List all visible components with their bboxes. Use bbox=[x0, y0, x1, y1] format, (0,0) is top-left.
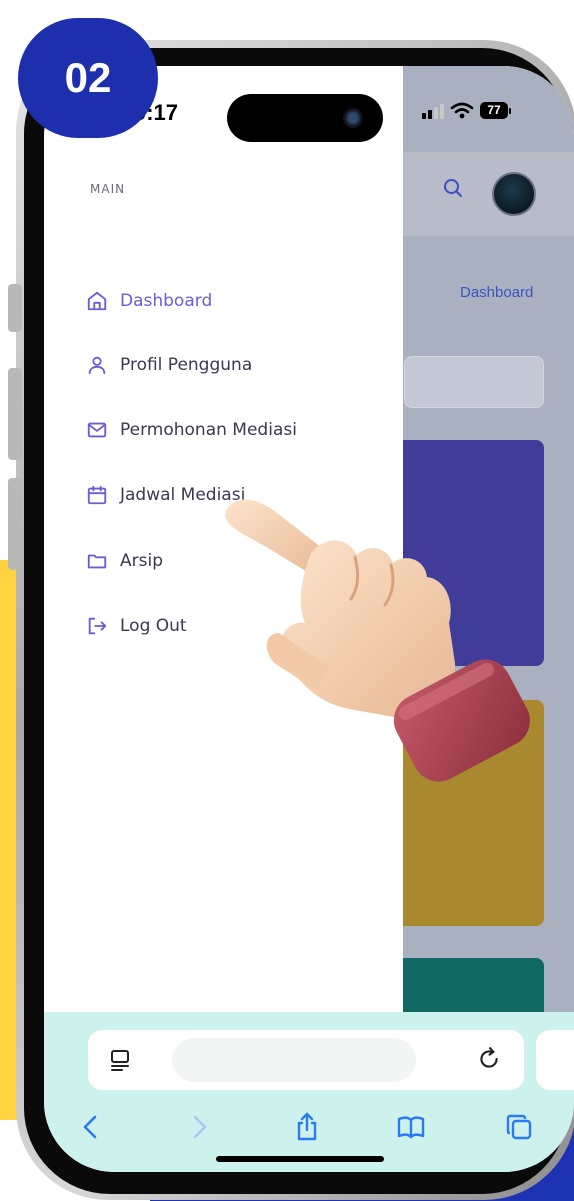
battery-icon: 77 bbox=[480, 102, 508, 119]
sidebar-item-dashboard[interactable]: Dashboard bbox=[86, 290, 212, 312]
search-input[interactable] bbox=[404, 356, 544, 408]
folder-icon bbox=[87, 554, 107, 569]
volume-down-button bbox=[8, 478, 22, 570]
reload-icon[interactable] bbox=[476, 1046, 502, 1072]
sidebar-item-log-out[interactable]: Log Out bbox=[86, 615, 187, 637]
pointing-hand-illustration bbox=[225, 499, 530, 782]
logout-icon bbox=[88, 617, 107, 635]
corner-decoration bbox=[556, 1175, 574, 1201]
volume-up-button bbox=[8, 368, 22, 460]
breadcrumb[interactable]: Dashboard bbox=[460, 284, 533, 301]
avatar[interactable] bbox=[492, 172, 536, 216]
dynamic-island bbox=[227, 94, 383, 142]
back-icon[interactable] bbox=[76, 1112, 106, 1142]
forward-icon[interactable] bbox=[184, 1112, 214, 1142]
status-icons: 77 bbox=[422, 102, 511, 119]
sidebar-item-label: Log Out bbox=[120, 616, 187, 636]
tabs-icon[interactable] bbox=[504, 1112, 534, 1142]
sidebar-item-label: Profil Pengguna bbox=[120, 355, 253, 375]
battery-tip bbox=[509, 107, 511, 114]
calendar-icon bbox=[87, 485, 107, 505]
camera-icon bbox=[343, 108, 363, 128]
mute-switch bbox=[8, 284, 22, 332]
home-indicator[interactable] bbox=[216, 1156, 384, 1162]
step-badge: 02 bbox=[18, 18, 158, 138]
sidebar-item-label: Arsip bbox=[120, 551, 163, 571]
wifi-icon bbox=[450, 102, 474, 119]
share-icon[interactable] bbox=[292, 1112, 322, 1142]
sidebar-item-arsip[interactable]: Arsip bbox=[86, 550, 163, 572]
page-header bbox=[403, 152, 574, 236]
sidebar-section-label: MAIN bbox=[90, 182, 126, 196]
next-tab-preview[interactable] bbox=[536, 1030, 574, 1090]
phone-screen: Dashboard 9:17 77 MAIN Dashboard Profil … bbox=[44, 66, 574, 1172]
reader-icon[interactable] bbox=[108, 1048, 132, 1072]
home-icon bbox=[87, 291, 107, 311]
user-icon bbox=[88, 356, 106, 375]
signal-icon bbox=[422, 103, 444, 119]
bookmarks-icon[interactable] bbox=[396, 1112, 426, 1142]
mail-icon bbox=[87, 422, 107, 438]
search-icon[interactable] bbox=[443, 178, 463, 198]
sidebar-item-permohonan-mediasi[interactable]: Permohonan Mediasi bbox=[86, 419, 297, 441]
address-bar[interactable] bbox=[88, 1030, 524, 1090]
sidebar-item-label: Permohonan Mediasi bbox=[120, 420, 297, 440]
sidebar-item-profil-pengguna[interactable]: Profil Pengguna bbox=[86, 354, 252, 376]
browser-toolbar bbox=[44, 1012, 574, 1172]
url-field[interactable] bbox=[172, 1038, 416, 1082]
sidebar-item-label: Dashboard bbox=[120, 291, 213, 311]
